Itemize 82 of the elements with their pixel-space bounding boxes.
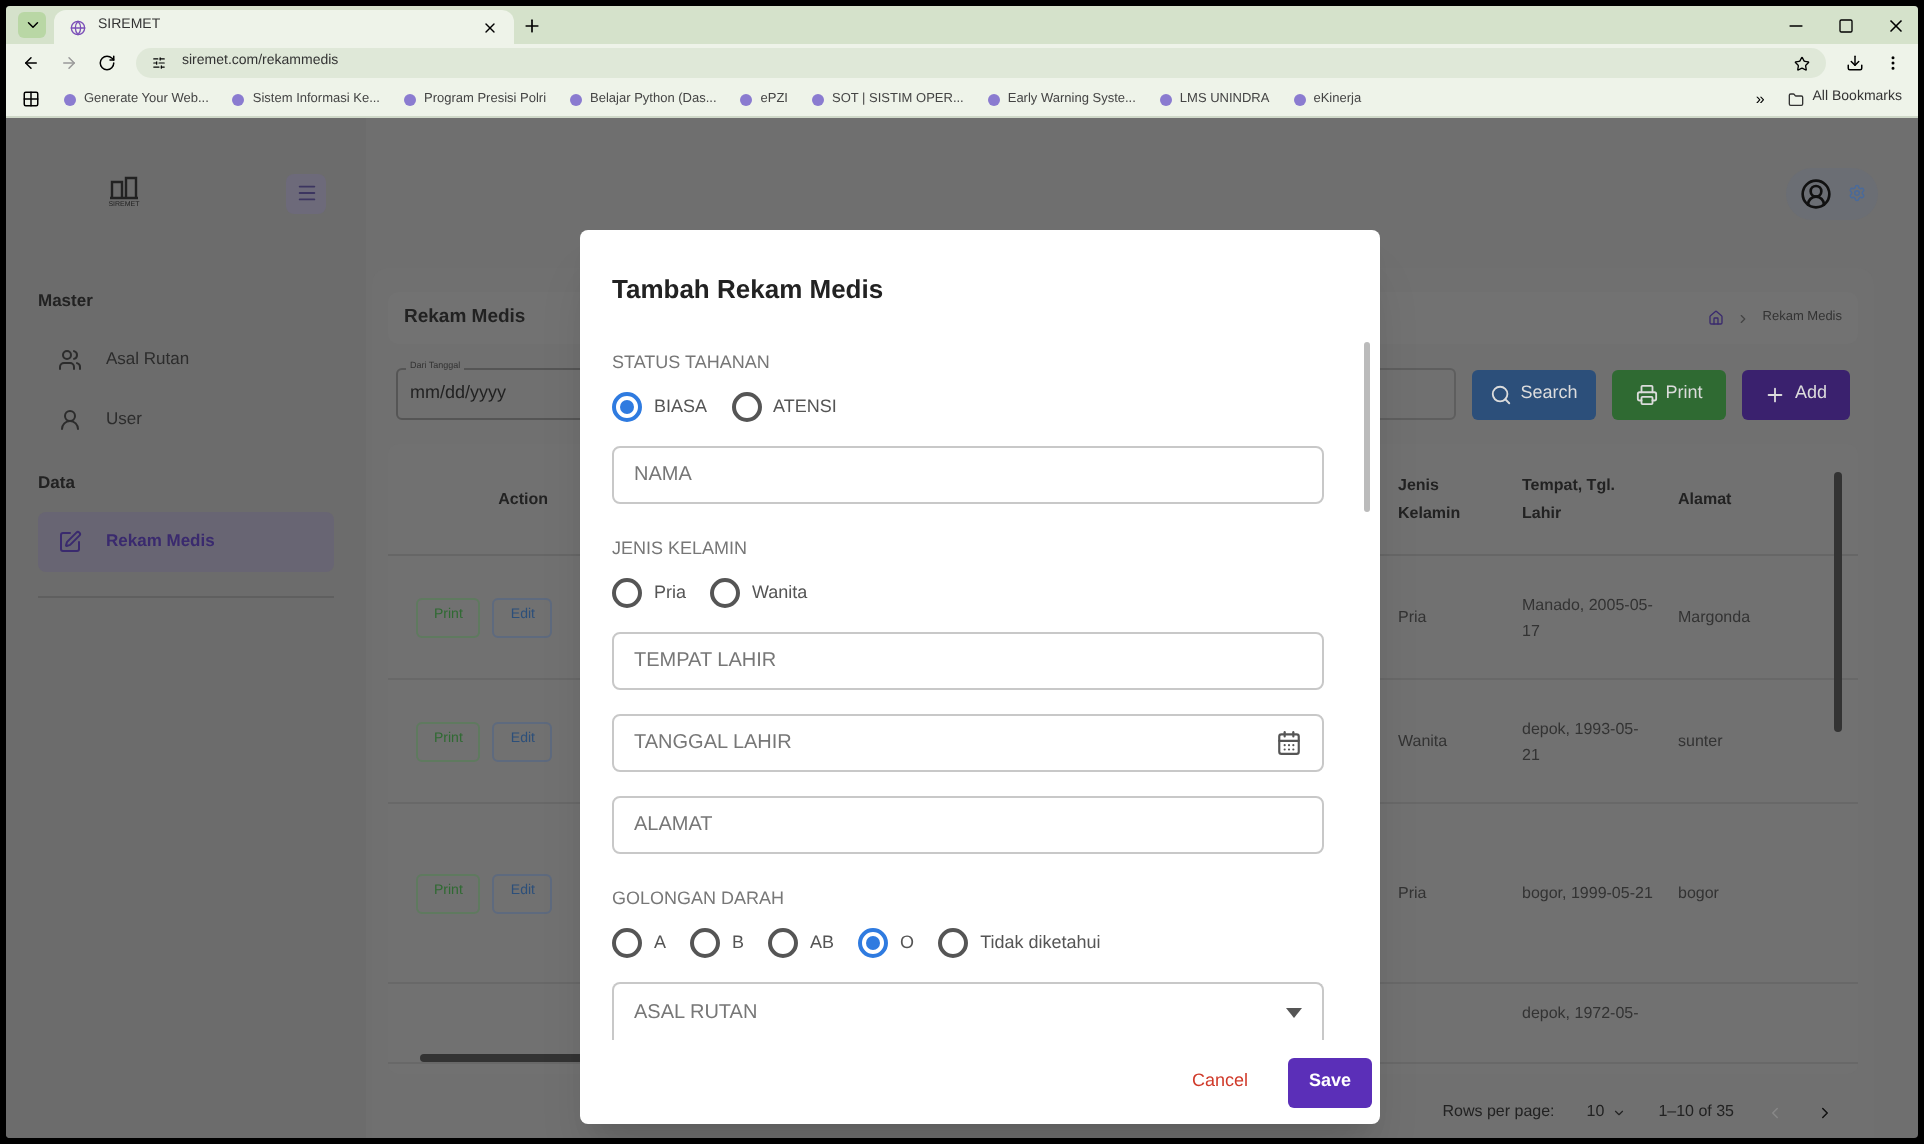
table-cell-text: Wanita: [1398, 729, 1450, 753]
radio-button[interactable]: [612, 928, 642, 959]
group-label: STATUS TAHANAN: [612, 349, 772, 375]
column-header: Jenis Kelamin: [1398, 473, 1463, 525]
home-icon[interactable]: [1708, 310, 1725, 326]
radio-label: O: [900, 930, 915, 957]
search-button[interactable]: Search: [1472, 369, 1596, 419]
next-page-icon[interactable]: [1816, 1103, 1834, 1121]
table-cell-text: bogor: [1678, 881, 1721, 905]
text-field[interactable]: ALAMAT: [612, 795, 1324, 854]
save-button[interactable]: Save: [1288, 1057, 1372, 1107]
sidebar-heading: Master: [38, 288, 95, 314]
radio-button[interactable]: [612, 392, 642, 422]
download-icon[interactable]: [1846, 54, 1864, 72]
bookmark-star-icon[interactable]: [1794, 55, 1810, 71]
cancel-button[interactable]: Cancel: [1175, 1068, 1264, 1096]
radio-button[interactable]: [690, 928, 721, 959]
page-range: 1–10 of 35: [1658, 1100, 1734, 1124]
profile-icon[interactable]: [1799, 177, 1831, 209]
restore-icon[interactable]: [1838, 17, 1854, 33]
column-header: Tempat, Tgl. Lahir: [1522, 473, 1618, 525]
close-tab-icon[interactable]: [482, 19, 498, 35]
radio-button[interactable]: [710, 578, 741, 609]
user-icon: [58, 407, 82, 432]
caret-icon: [1612, 1105, 1627, 1119]
table-cell-text: bogor, 1999-05-21: [1522, 882, 1655, 906]
radio-label: B: [732, 930, 745, 957]
select-field[interactable]: ASAL RUTAN: [612, 982, 1324, 1040]
radio-button[interactable]: [938, 928, 969, 959]
radio-label: Wanita: [752, 580, 808, 607]
table-cell-text: depok, 1993-05-21: [1522, 717, 1641, 767]
table-cell-text: Pria: [1398, 881, 1429, 905]
radio-label: AB: [810, 930, 835, 957]
table-cell-text: depok, 1972-05-: [1522, 1002, 1641, 1026]
dropdown-caret-icon: [1286, 1007, 1302, 1018]
radio-button[interactable]: [768, 928, 799, 959]
date-field[interactable]: TANGGAL LAHIR: [612, 714, 1324, 772]
add-button[interactable]: Add: [1742, 369, 1850, 419]
new-tab-icon[interactable]: [522, 15, 542, 35]
plus-icon: [1764, 383, 1787, 405]
radio-button[interactable]: [731, 392, 762, 422]
folder-icon: [1788, 91, 1805, 107]
site-info-icon[interactable]: [152, 56, 166, 70]
print-button[interactable]: Print: [1612, 369, 1726, 419]
rows-per-page-label: Rows per page:: [1442, 1100, 1555, 1124]
tab-search-button[interactable]: [18, 12, 46, 38]
table-cell-text: Margonda: [1678, 605, 1753, 629]
reload-icon[interactable]: [98, 54, 116, 72]
printer-icon: [1635, 383, 1658, 405]
radio-label: Pria: [654, 580, 687, 607]
favicon-icon: [70, 19, 86, 35]
edit-icon: [58, 529, 82, 553]
group-label: JENIS KELAMIN: [612, 535, 750, 562]
chevron-down-icon: [23, 16, 41, 34]
back-icon[interactable]: [22, 54, 40, 72]
radio-label: BIASA: [654, 393, 708, 420]
modal-title: Tambah Rekam Medis: [612, 272, 886, 308]
table-cell-text: sunter: [1678, 729, 1725, 753]
column-header: Action: [496, 487, 548, 511]
column-header: Alamat: [1678, 487, 1734, 511]
logo-icon: [108, 174, 140, 201]
people-icon: [58, 347, 82, 372]
more-bookmarks-button[interactable]: »: [1755, 87, 1765, 111]
radio-button[interactable]: [858, 928, 889, 959]
search-icon: [1490, 383, 1513, 405]
sidebar-heading: Data: [38, 469, 77, 495]
radio-label: ATENSI: [773, 393, 837, 420]
group-label: GOLONGAN DARAH: [612, 885, 787, 912]
radio-button[interactable]: [612, 578, 642, 609]
menu-icon: [295, 182, 317, 204]
table-cell-text: Pria: [1398, 605, 1429, 629]
page-title: Rekam Medis: [404, 303, 526, 332]
text-field[interactable]: TEMPAT LAHIR: [612, 632, 1324, 691]
radio-label: A: [654, 930, 667, 957]
rows-per-page-select[interactable]: 10: [1586, 1100, 1627, 1124]
radio-label: Tidak diketahui: [980, 930, 1101, 957]
close-window-icon[interactable]: [1886, 15, 1906, 35]
table-cell-text: Manado, 2005-05-17: [1522, 593, 1655, 643]
apps-icon[interactable]: [22, 90, 40, 108]
text-field[interactable]: NAMA: [612, 446, 1324, 504]
calendar-icon[interactable]: [1276, 730, 1302, 757]
chevron-icon: [1736, 311, 1751, 325]
